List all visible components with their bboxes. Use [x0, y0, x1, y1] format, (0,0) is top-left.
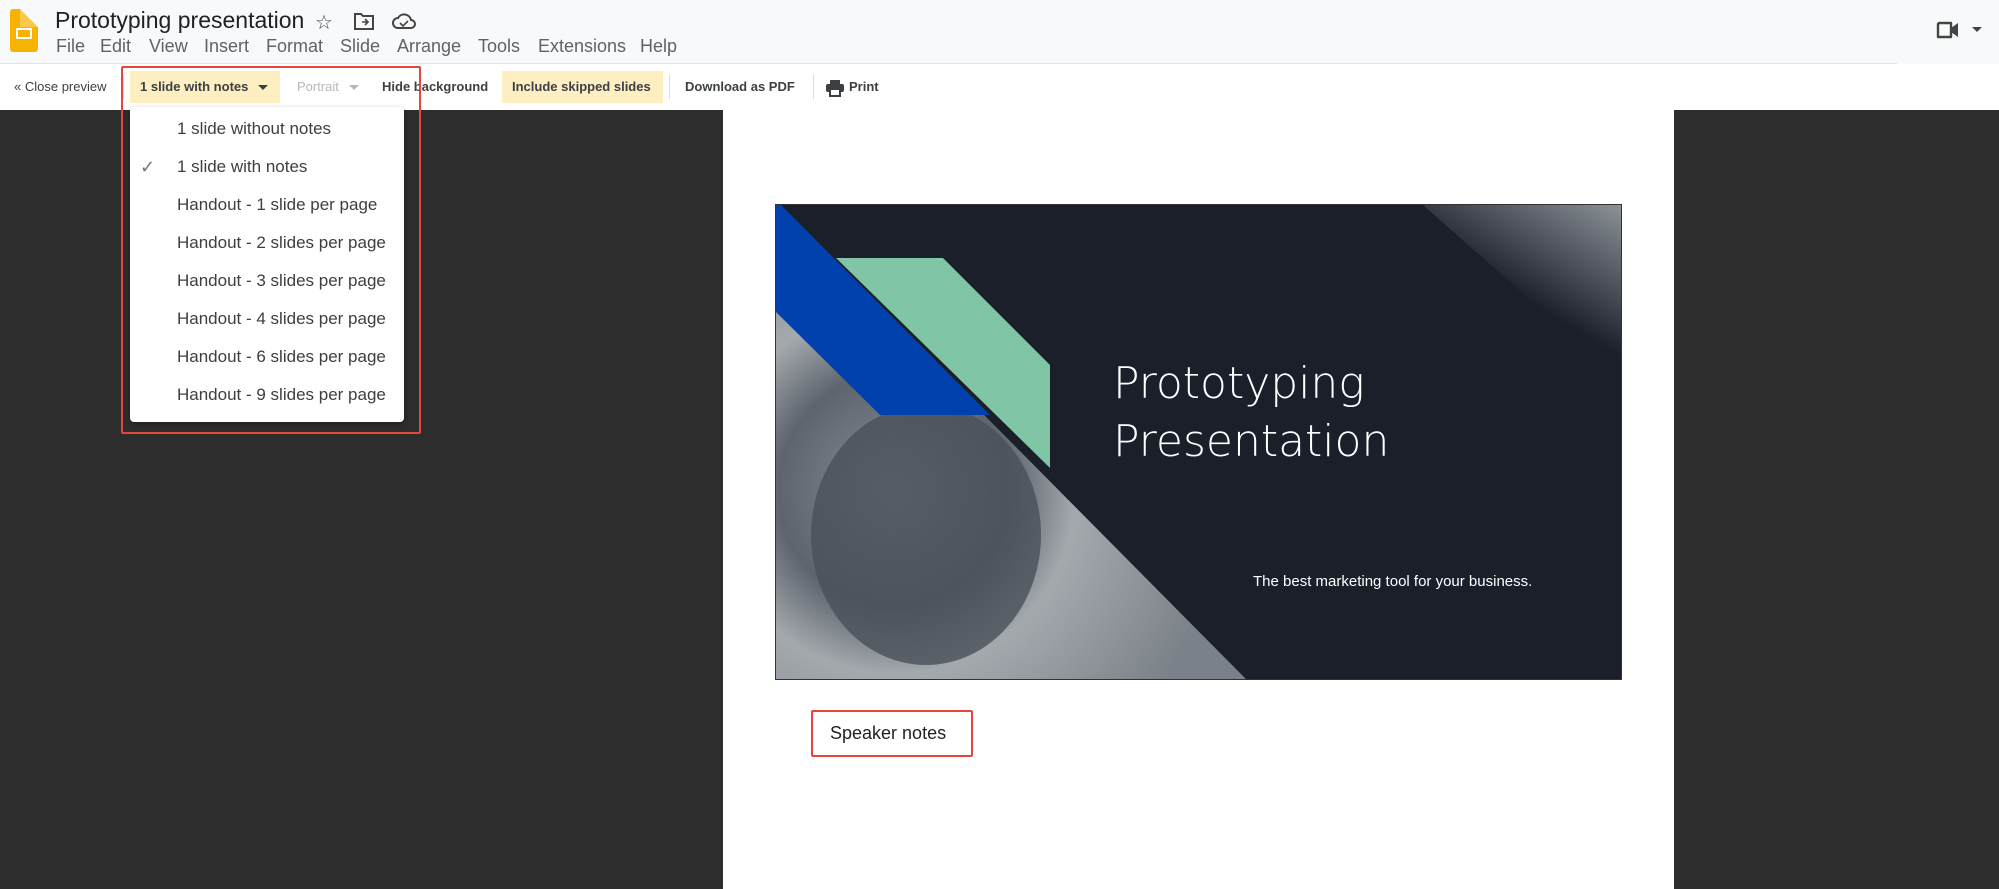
checkmark-icon: ✓ — [140, 157, 156, 177]
menu-arrange[interactable]: Arrange — [397, 36, 461, 57]
menu-item-handout-3[interactable]: Handout - 3 slides per page — [130, 262, 404, 300]
document-title[interactable]: Prototyping presentation — [55, 7, 304, 34]
menu-tools[interactable]: Tools — [478, 36, 520, 57]
menu-slide[interactable]: Slide — [340, 36, 380, 57]
menu-item-handout-1[interactable]: Handout - 1 slide per page — [130, 186, 404, 224]
layout-dropdown-button[interactable]: 1 slide with notes — [130, 71, 280, 103]
menu-item-1-slide-without-notes[interactable]: 1 slide without notes — [130, 110, 404, 148]
menu-extensions[interactable]: Extensions — [538, 36, 626, 57]
menu-item-handout-4[interactable]: Handout - 4 slides per page — [130, 300, 404, 338]
meet-camera-icon[interactable] — [1936, 20, 1962, 40]
divider — [813, 75, 814, 99]
layout-dropdown-label: 1 slide with notes — [140, 79, 249, 94]
menu-insert[interactable]: Insert — [204, 36, 249, 57]
menu-item-label: Handout - 9 slides per page — [177, 385, 386, 404]
orientation-dropdown[interactable]: Portrait — [297, 64, 359, 110]
menu-view[interactable]: View — [149, 36, 188, 57]
menu-item-label: 1 slide without notes — [177, 119, 332, 138]
print-label: Print — [849, 79, 879, 94]
cloud-saved-icon[interactable] — [392, 12, 416, 30]
hide-background-button[interactable]: Hide background — [382, 64, 488, 110]
download-pdf-button[interactable]: Download as PDF — [685, 64, 795, 110]
menu-item-handout-9[interactable]: Handout - 9 slides per page — [130, 376, 404, 414]
print-icon — [826, 79, 844, 97]
slide-title-line: Presentation — [1113, 416, 1390, 467]
move-to-folder-icon[interactable] — [354, 12, 374, 30]
star-icon[interactable]: ☆ — [315, 10, 333, 35]
menu-file[interactable]: File — [56, 36, 85, 57]
print-button[interactable]: Print — [825, 64, 879, 110]
divider — [669, 75, 670, 99]
meet-caret-icon[interactable] — [1972, 27, 1982, 32]
slide-thumbnail: Prototyping Presentation The best marketi… — [775, 204, 1622, 680]
menu-item-label: Handout - 2 slides per page — [177, 233, 386, 252]
menu-item-label: 1 slide with notes — [177, 157, 308, 176]
include-skipped-slides-button[interactable]: Include skipped slides — [502, 71, 663, 103]
menu-item-handout-6[interactable]: Handout - 6 slides per page — [130, 338, 404, 376]
menu-item-label: Handout - 1 slide per page — [177, 195, 378, 214]
menu-edit[interactable]: Edit — [100, 36, 131, 57]
orientation-label: Portrait — [297, 79, 339, 94]
menu-help[interactable]: Help — [640, 36, 677, 57]
preview-toolbar: « Close preview 1 slide with notes Portr… — [0, 64, 1999, 110]
slide-title-line: Prototyping — [1113, 358, 1365, 409]
chevron-down-icon — [348, 85, 359, 91]
menu-item-label: Handout - 4 slides per page — [177, 309, 386, 328]
menu-item-1-slide-with-notes[interactable]: ✓ 1 slide with notes — [130, 148, 404, 186]
menu-item-handout-2[interactable]: Handout - 2 slides per page — [130, 224, 404, 262]
layout-dropdown-menu: 1 slide without notes ✓ 1 slide with note… — [130, 107, 404, 422]
menu-item-label: Handout - 3 slides per page — [177, 271, 386, 290]
divider — [123, 75, 124, 99]
speaker-notes: Speaker notes — [811, 710, 973, 757]
chevron-down-icon — [258, 85, 269, 91]
circuit-lens — [811, 405, 1041, 665]
menubar: File Edit View Insert Format Slide Arran… — [0, 36, 800, 60]
menu-item-label: Handout - 6 slides per page — [177, 347, 386, 366]
menu-format[interactable]: Format — [266, 36, 323, 57]
close-preview-button[interactable]: « Close preview — [14, 64, 107, 110]
slide-title: Prototyping Presentation — [1113, 355, 1389, 471]
slide-subtitle: The best marketing tool for your busines… — [1253, 573, 1533, 590]
